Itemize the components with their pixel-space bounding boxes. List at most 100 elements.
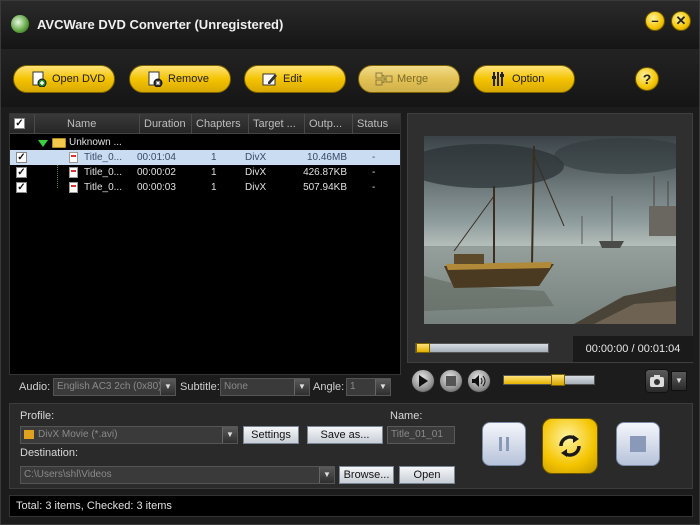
video-preview[interactable]	[424, 136, 676, 324]
chevron-down-icon: ▼	[294, 379, 309, 395]
remove-button[interactable]: Remove	[129, 65, 231, 93]
close-button[interactable]: ✕	[671, 11, 691, 31]
table-row[interactable]: ✓ Title_0... 00:00:03 1 DivX 507.94KB -	[10, 180, 400, 195]
row-chapters: 1	[211, 167, 217, 178]
window-title: AVCWare DVD Converter (Unregistered)	[37, 17, 284, 32]
audio-select[interactable]: English AC3 2ch (0x80) ▼	[53, 378, 176, 396]
chevron-down-icon: ▼	[222, 427, 237, 443]
stop-icon	[446, 376, 456, 386]
stop-button[interactable]	[439, 369, 463, 393]
save-as-button[interactable]: Save as...	[307, 426, 383, 444]
volume-fill	[504, 376, 558, 384]
angle-select[interactable]: 1 ▼	[346, 378, 391, 396]
pause-icon	[499, 437, 509, 451]
row-status: -	[372, 152, 376, 163]
remove-icon	[146, 70, 164, 88]
option-button[interactable]: Option	[473, 65, 575, 93]
minimize-button[interactable]: –	[645, 11, 665, 31]
row-duration: 00:00:03	[137, 182, 176, 193]
stop-icon	[630, 436, 646, 452]
play-button[interactable]	[411, 369, 435, 393]
check-all-checkbox[interactable]: ✓	[14, 118, 25, 129]
row-target: DivX	[245, 182, 267, 193]
row-checkbox[interactable]: ✓	[16, 167, 27, 178]
merge-icon	[375, 70, 393, 88]
preview-frame-image	[424, 136, 676, 324]
folder-row[interactable]: Unknown ...	[10, 135, 400, 150]
option-label: Option	[512, 73, 545, 85]
audio-label: Audio:	[19, 381, 51, 393]
convert-button[interactable]	[542, 418, 598, 474]
volume-handle[interactable]	[551, 374, 565, 386]
edit-label: Edit	[283, 73, 302, 85]
file-icon	[69, 167, 78, 178]
angle-label: Angle:	[313, 381, 345, 393]
row-checkbox[interactable]: ✓	[16, 152, 27, 163]
time-readout: 00:00:00 / 00:01:04	[573, 336, 693, 362]
help-button[interactable]: ?	[635, 67, 659, 91]
destination-label: Destination:	[20, 447, 79, 459]
table-row[interactable]: ✓ Title_0... 00:01:04 1 DivX 10.46MB -	[10, 150, 400, 165]
snapshot-button[interactable]	[645, 369, 669, 393]
table-row[interactable]: ✓ Title_0... 00:00:02 1 DivX 426.87KB -	[10, 165, 400, 180]
row-chapters: 1	[211, 152, 217, 163]
subtitle-label: Subtitle:	[180, 381, 220, 393]
angle-value: 1	[350, 381, 356, 392]
row-name: Title_0...	[84, 152, 122, 163]
column-duration[interactable]: Duration	[140, 114, 192, 134]
seek-handle[interactable]	[416, 343, 430, 353]
row-checkbox[interactable]: ✓	[16, 182, 27, 193]
folder-name: Unknown ...	[69, 137, 122, 148]
row-status: -	[372, 182, 376, 193]
destination-select[interactable]: C:\Users\shl\Videos ▼	[20, 466, 335, 484]
main-window: AVCWare DVD Converter (Unregistered) – ✕…	[0, 0, 700, 525]
speaker-icon	[472, 375, 486, 387]
chevron-down-icon: ▼	[160, 379, 175, 395]
browse-button[interactable]: Browse...	[339, 466, 394, 484]
profile-icon	[24, 429, 34, 439]
row-chapters: 1	[211, 182, 217, 193]
subtitle-select[interactable]: None ▼	[220, 378, 310, 396]
row-duration: 00:00:02	[137, 167, 176, 178]
chevron-down-icon: ▼	[319, 467, 334, 483]
open-folder-button[interactable]: Open	[399, 466, 455, 484]
open-dvd-icon	[30, 70, 48, 88]
open-dvd-button[interactable]: Open DVD	[13, 65, 115, 93]
row-output: 507.94KB	[303, 182, 347, 193]
mute-button[interactable]	[467, 369, 491, 393]
volume-slider[interactable]	[503, 374, 595, 386]
row-output: 426.87KB	[303, 167, 347, 178]
seek-slider[interactable]	[415, 343, 549, 353]
chevron-down-icon: ▼	[375, 379, 390, 395]
column-target[interactable]: Target ...	[249, 114, 305, 134]
row-status: -	[372, 167, 376, 178]
stop-convert-button[interactable]	[616, 422, 660, 466]
column-status[interactable]: Status	[353, 114, 400, 134]
settings-button[interactable]: Settings	[243, 426, 299, 444]
folder-icon	[52, 138, 66, 148]
merge-button[interactable]: Merge	[358, 65, 460, 93]
expand-icon[interactable]	[38, 140, 48, 147]
edit-button[interactable]: Edit	[244, 65, 346, 93]
file-icon	[69, 152, 78, 163]
column-name[interactable]: Name	[35, 114, 140, 134]
remove-label: Remove	[168, 73, 209, 85]
pause-button[interactable]	[482, 422, 526, 466]
preview-panel	[407, 113, 693, 363]
column-chapters[interactable]: Chapters	[192, 114, 249, 134]
destination-value: C:\Users\shl\Videos	[24, 469, 112, 480]
row-target: DivX	[245, 167, 267, 178]
row-duration: 00:01:04	[137, 152, 176, 163]
name-label: Name:	[390, 410, 423, 422]
status-bar: Total: 3 items, Checked: 3 items	[9, 495, 693, 517]
column-output[interactable]: Outp...	[305, 114, 353, 134]
file-icon	[69, 182, 78, 193]
snapshot-dropdown[interactable]: ▼	[671, 371, 687, 391]
edit-icon	[261, 70, 279, 88]
play-icon	[419, 375, 428, 387]
header-check-all[interactable]: ✓	[10, 114, 35, 134]
open-dvd-label: Open DVD	[52, 73, 106, 85]
profile-select[interactable]: DivX Movie (*.avi) ▼	[20, 426, 238, 444]
name-field[interactable]: Title_01_01	[387, 426, 455, 444]
title-bar: AVCWare DVD Converter (Unregistered) – ✕	[1, 1, 699, 49]
